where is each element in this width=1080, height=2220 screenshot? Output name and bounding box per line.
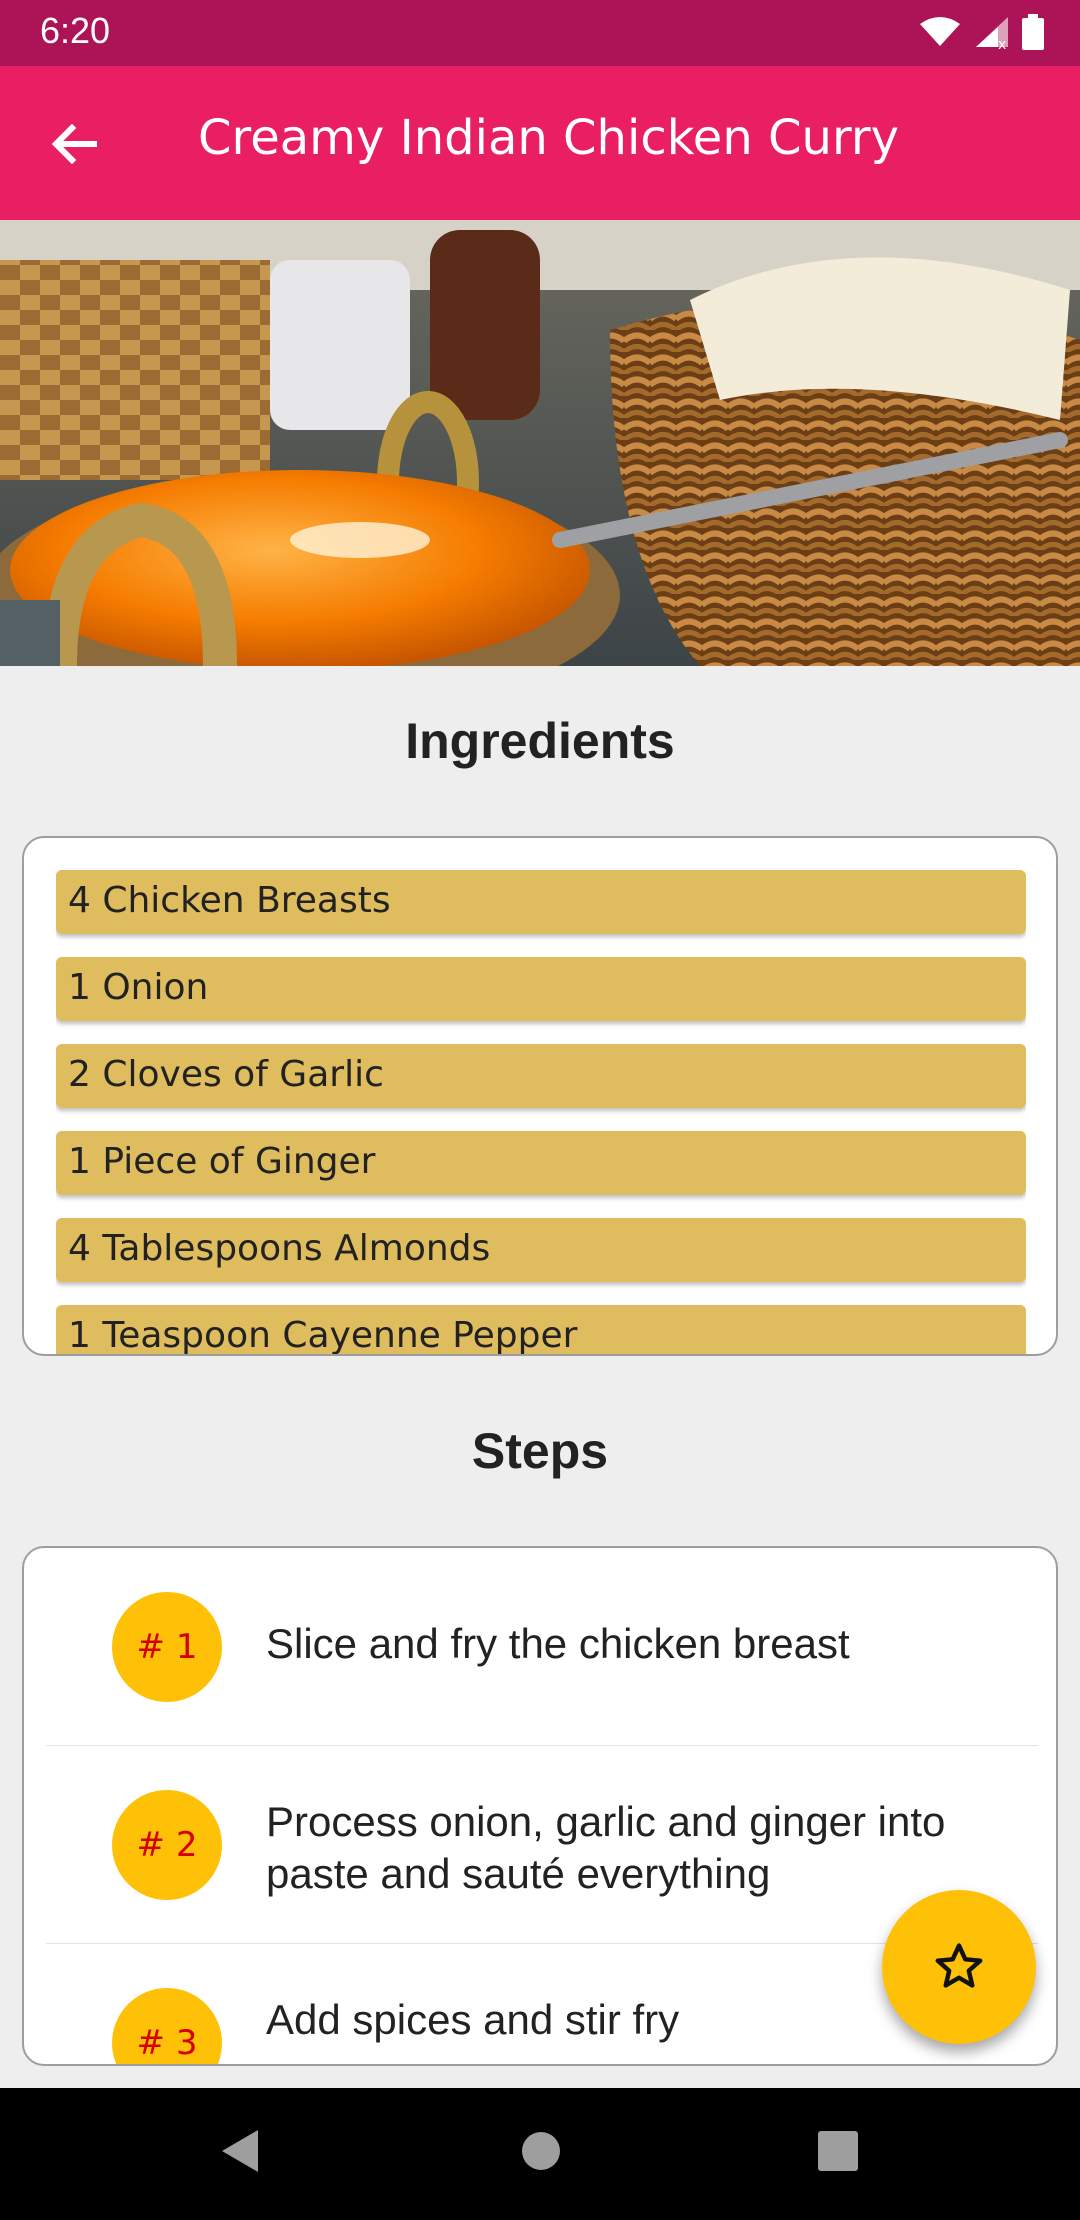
status-icons: x xyxy=(920,14,1044,50)
status-bar: 6:20 x xyxy=(0,0,1080,66)
battery-icon xyxy=(1022,14,1044,50)
wifi-icon xyxy=(920,17,960,46)
ingredient-item: 4 Chicken Breasts xyxy=(56,870,1026,934)
step-number-badge: # 1 xyxy=(112,1592,222,1702)
step-text: Slice and fry the chicken breast xyxy=(266,1620,850,1667)
system-nav-bar xyxy=(0,2088,1080,2220)
signal-icon: x xyxy=(976,17,1008,49)
arrow-back-icon[interactable] xyxy=(46,116,102,172)
steps-heading: Steps xyxy=(471,1423,609,1479)
ingredient-item: 2 Cloves of Garlic xyxy=(56,1044,1026,1108)
ingredient-item: 4 Tablespoons Almonds xyxy=(56,1218,1026,1282)
back-triangle-icon[interactable] xyxy=(218,2126,262,2176)
star-outline-icon xyxy=(935,1943,983,1988)
recents-square-icon[interactable] xyxy=(816,2126,860,2176)
step-number-badge: # 2 xyxy=(112,1790,222,1900)
step-row[interactable]: # 2 Process onion, garlic and ginger int… xyxy=(46,1746,1038,1944)
home-circle-icon[interactable] xyxy=(520,2126,562,2176)
favorite-button[interactable] xyxy=(882,1890,1036,2044)
ingredient-item: 1 Onion xyxy=(56,957,1026,1021)
step-number-badge: # 3 xyxy=(112,1988,222,2064)
status-time: 6:20 xyxy=(40,10,111,51)
ingredient-item: 1 Piece of Ginger xyxy=(56,1131,1026,1195)
ingredients-heading: Ingredients xyxy=(405,713,675,769)
ingredient-item: 1 Teaspoon Cayenne Pepper xyxy=(56,1305,1026,1354)
step-text: Process onion, garlic and ginger into pa… xyxy=(266,1798,946,1897)
page-title: Creamy Indian Chicken Curry xyxy=(198,110,899,166)
recipe-photo xyxy=(0,220,1080,666)
step-row[interactable]: # 1 Slice and fry the chicken breast xyxy=(46,1548,1038,1746)
ingredients-card: 4 Chicken Breasts 1 Onion 2 Cloves of Ga… xyxy=(22,836,1058,1356)
app-bar: Creamy Indian Chicken Curry xyxy=(0,66,1080,220)
svg-text:x: x xyxy=(998,37,1006,49)
ingredients-list[interactable]: 4 Chicken Breasts 1 Onion 2 Cloves of Ga… xyxy=(56,870,1026,1354)
